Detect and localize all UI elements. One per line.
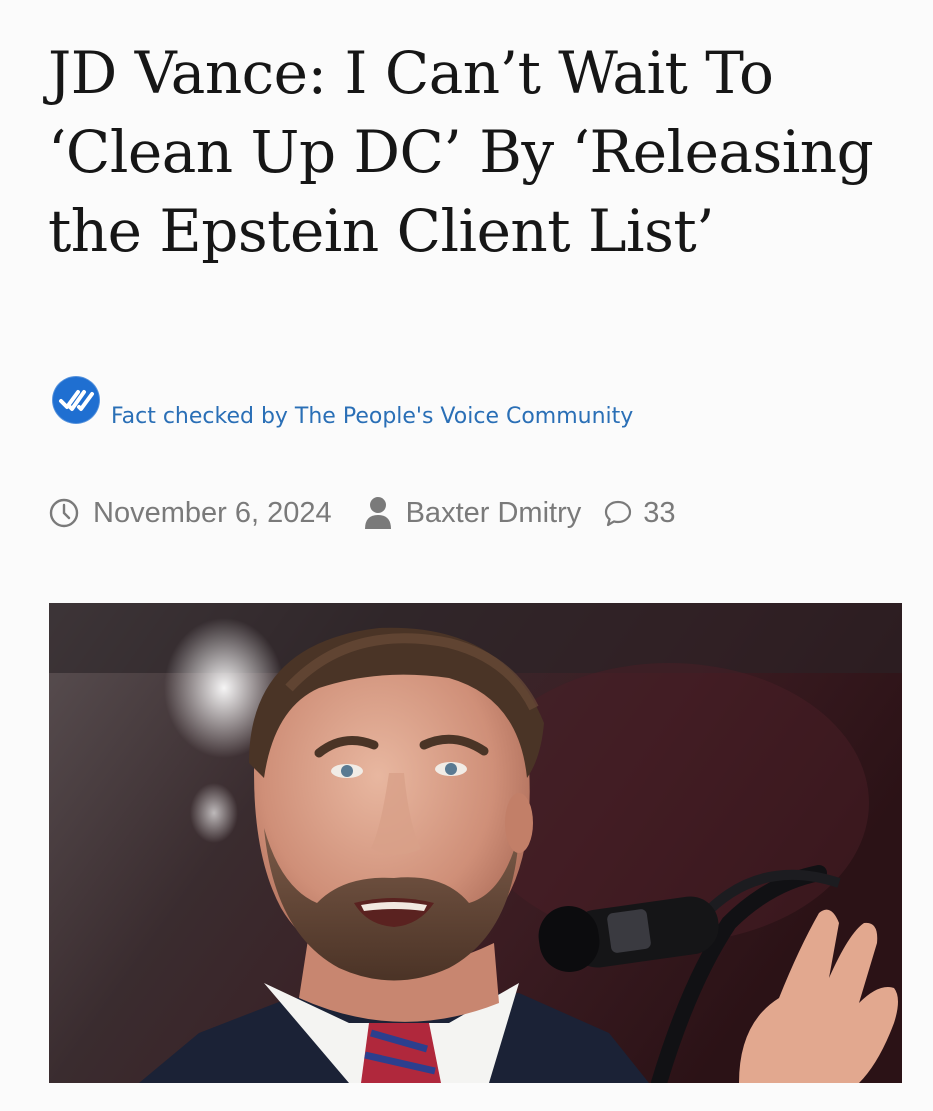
fact-check-label[interactable]: Fact checked by The People's Voice Commu…: [111, 404, 633, 429]
speech-bubble-icon: [605, 500, 632, 527]
fact-check-row[interactable]: Fact checked by The People's Voice Commu…: [50, 374, 850, 444]
person-icon: [364, 497, 391, 529]
article-meta: November 6, 2024 Baxter Dmitry 33: [48, 490, 908, 536]
author[interactable]: Baxter Dmitry: [364, 496, 582, 530]
publish-date-text: November 6, 2024: [93, 496, 332, 529]
article-headline: JD Vance: I Can’t Wait To ‘Clean Up DC’ …: [48, 39, 874, 265]
comments-link[interactable]: 33: [603, 497, 676, 530]
clock-icon: [49, 498, 79, 528]
double-check-badge-icon: [50, 374, 102, 426]
author-name[interactable]: Baxter Dmitry: [406, 497, 582, 530]
comment-count[interactable]: 33: [643, 497, 675, 530]
article-photo: [49, 603, 902, 1083]
publish-date: November 6, 2024: [48, 497, 332, 530]
